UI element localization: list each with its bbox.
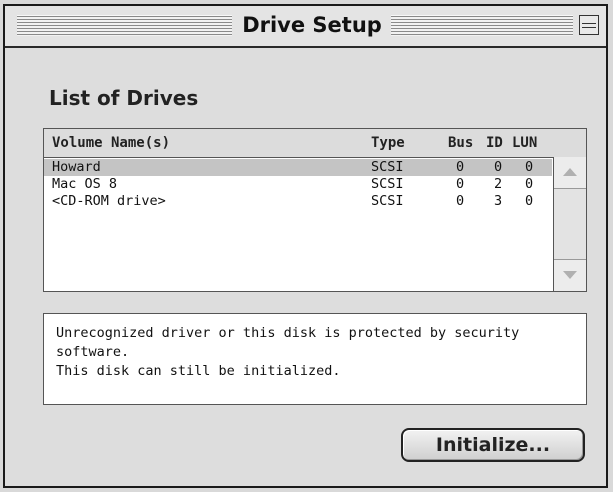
drive-type: SCSI (371, 193, 404, 209)
title-bar-stripes-right (391, 15, 573, 36)
drive-bus: 0 (456, 176, 465, 192)
column-header-type: Type (371, 135, 405, 151)
drives-list: Volume Name(s) Type Bus ID LUN Howard SC… (43, 128, 587, 292)
collapse-box-icon[interactable] (579, 15, 599, 35)
list-header: Volume Name(s) Type Bus ID LUN (44, 129, 586, 158)
drive-lun: 0 (525, 159, 534, 175)
drive-setup-window: Drive Setup List of Drives Volume Name(s… (3, 4, 608, 488)
column-header-bus: Bus (448, 135, 474, 151)
status-message-box: Unrecognized driver or this disk is prot… (43, 313, 587, 405)
drive-bus: 0 (456, 159, 465, 175)
scroll-up-arrow-icon[interactable] (554, 157, 586, 189)
window-title: Drive Setup (242, 13, 382, 37)
column-header-lun: LUN (512, 135, 538, 151)
drive-id: 0 (494, 159, 503, 175)
status-message-line: This disk can still be initialized. (56, 363, 341, 379)
drive-type: SCSI (371, 176, 404, 192)
scroll-track[interactable] (554, 189, 586, 259)
drive-name: Howard (52, 159, 101, 175)
drive-row-mac-os-8[interactable]: Mac OS 8 SCSI 0 2 0 (44, 176, 552, 193)
list-of-drives-heading: List of Drives (49, 86, 199, 110)
title-bar-stripes-left (17, 15, 232, 36)
drive-rows: Howard SCSI 0 0 0 Mac OS 8 SCSI 0 2 0 <C… (44, 157, 552, 291)
column-header-volume-name: Volume Name(s) (52, 135, 171, 151)
drive-lun: 0 (525, 176, 534, 192)
drive-name: Mac OS 8 (52, 176, 118, 192)
column-header-id: ID (486, 135, 503, 151)
drive-type: SCSI (371, 159, 404, 175)
title-bar[interactable]: Drive Setup (5, 6, 606, 48)
drive-row-howard[interactable]: Howard SCSI 0 0 0 (44, 159, 552, 176)
drive-lun: 0 (525, 193, 534, 209)
drive-name: <CD-ROM drive> (52, 193, 166, 209)
scroll-down-arrow-icon[interactable] (554, 259, 586, 291)
drive-id: 3 (494, 193, 503, 209)
list-scrollbar[interactable] (553, 157, 586, 291)
drive-row-cd-rom[interactable]: <CD-ROM drive> SCSI 0 3 0 (44, 193, 552, 210)
status-message-line: Unrecognized driver or this disk is prot… (56, 325, 520, 341)
drive-bus: 0 (456, 193, 465, 209)
drive-id: 2 (494, 176, 503, 192)
status-message-line: software. (56, 344, 130, 360)
initialize-button[interactable]: Initialize... (401, 428, 585, 462)
